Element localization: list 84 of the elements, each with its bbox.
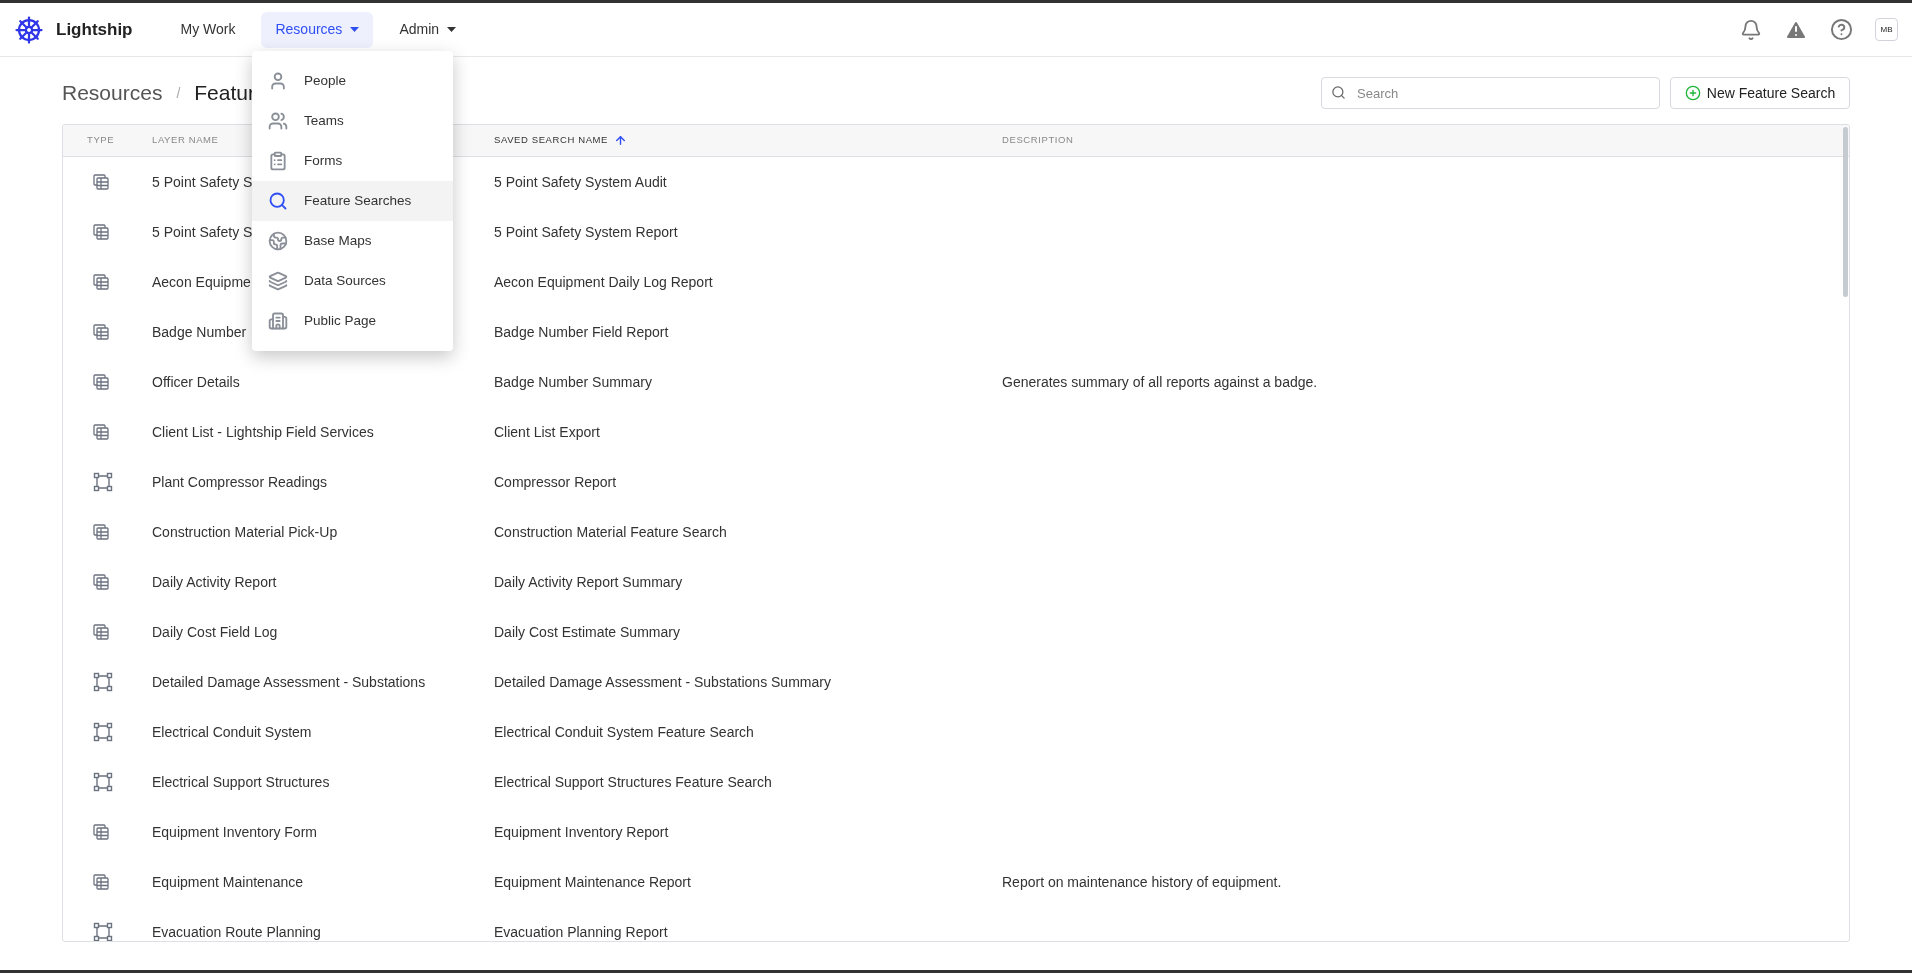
table-cell: Daily Cost Estimate Summary (494, 623, 680, 640)
nav-tab[interactable]: My Work (166, 11, 250, 48)
table-cell: Equipment Inventory Report (494, 823, 669, 840)
table-cell: Electrical Support Structures (152, 773, 330, 790)
breadcrumb-item: Featur (194, 80, 255, 107)
app-name: Lightship (56, 18, 133, 41)
table-cell: Badge Number Summary (494, 373, 652, 390)
help-icon[interactable] (1830, 18, 1853, 41)
group-icon (268, 111, 288, 131)
globe-icon (268, 231, 288, 251)
table-cell: Equipment Inventory Form (152, 823, 317, 840)
table-cell: Aecon Equipment Daily Log Report (494, 273, 713, 290)
table-layer-icon (93, 174, 109, 190)
nav-tab[interactable]: Resources (261, 11, 374, 48)
user-avatar[interactable]: MB (1875, 18, 1898, 41)
menu-item[interactable]: Base Maps (252, 221, 453, 261)
table-layer-icon (93, 324, 109, 340)
notification-bell-icon[interactable] (1740, 18, 1762, 41)
table-cell: Daily Cost Field Log (152, 623, 278, 640)
table-cell: 5 Point Safety S (152, 173, 253, 190)
nav-tab[interactable]: Admin (385, 11, 471, 48)
table-cell: Daily Activity Report Summary (494, 573, 683, 590)
table-cell: Report on maintenance history of equipment. (1002, 873, 1282, 890)
table-layer-icon (93, 424, 109, 440)
table-layer-icon (93, 274, 109, 290)
layers-icon (268, 271, 288, 291)
clipboard-icon (268, 151, 288, 171)
menu-item[interactable]: Data Sources (252, 261, 453, 301)
table-cell: Electrical Conduit System Feature Search (494, 723, 754, 740)
table-cell: Detailed Damage Assessment - Substations Summary (494, 673, 831, 690)
menu-item[interactable]: Feature Searches (252, 181, 453, 221)
polygon-layer-icon (93, 772, 113, 792)
column-header[interactable]: DESCRIPTION (1002, 133, 1074, 148)
polygon-layer-icon (93, 472, 113, 492)
person-icon (268, 71, 288, 91)
table-cell: 5 Point Safety System Audit (494, 173, 667, 190)
building-icon (268, 311, 288, 331)
table-cell: Client List - Lightship Field Services (152, 423, 374, 440)
table-cell: Equipment Maintenance (152, 873, 303, 890)
table-layer-icon (93, 624, 109, 640)
table-cell: Badge Number Field Report (494, 323, 669, 340)
table-cell: Compressor Report (494, 473, 617, 490)
table-cell: Construction Material Feature Search (494, 523, 727, 540)
table-cell: Aecon Equipme (152, 273, 251, 290)
table-layer-icon (93, 524, 109, 540)
logo-icon (14, 14, 44, 45)
table-cell: Officer Details (152, 373, 240, 390)
table-layer-icon (93, 574, 109, 590)
polygon-layer-icon (93, 672, 113, 692)
breadcrumb-separator: / (176, 83, 181, 103)
new-feature-search-button[interactable]: New Feature Search (1670, 77, 1850, 109)
menu-item[interactable]: Public Page (252, 301, 453, 341)
table-cell: Client List Export (494, 423, 600, 440)
sort-ascending-icon[interactable] (614, 134, 628, 147)
column-header[interactable]: LAYER NAME (152, 133, 219, 148)
table-cell: Electrical Support Structures Feature Search (494, 773, 772, 790)
table-layer-icon (93, 824, 109, 840)
table-cell: 5 Point Safety System Report (494, 223, 678, 240)
column-header[interactable]: SAVED SEARCH NAME (494, 133, 609, 148)
table-cell: Generates summary of all reports against a badge. (1002, 373, 1318, 390)
search-icon (1331, 85, 1346, 100)
scrollbar-thumb[interactable] (1843, 127, 1848, 297)
menu-item[interactable]: Forms (252, 141, 453, 181)
table-layer-icon (93, 374, 109, 390)
table-cell: Construction Material Pick-Up (152, 523, 338, 540)
menu-item[interactable]: People (252, 61, 453, 101)
table-layer-icon (93, 874, 109, 890)
breadcrumb-item[interactable]: Resources (62, 77, 163, 109)
menu-item[interactable]: Teams (252, 101, 453, 141)
polygon-layer-icon (93, 722, 113, 742)
table-layer-icon (93, 224, 109, 240)
table-cell: Evacuation Planning Report (494, 923, 668, 940)
table-cell: Daily Activity Report (152, 573, 277, 590)
polygon-layer-icon (93, 922, 113, 941)
table-cell: Detailed Damage Assessment - Substations (152, 673, 426, 690)
table-cell: Electrical Conduit System (152, 723, 312, 740)
table-cell: Evacuation Route Planning (152, 923, 321, 940)
table-cell: Equipment Maintenance Report (494, 873, 691, 890)
plus-circle-icon (1684, 85, 1701, 101)
table-cell: Plant Compressor Readings (152, 473, 328, 490)
table-cell: Badge Number (152, 323, 247, 340)
table-cell: 5 Point Safety S (152, 223, 253, 240)
search-field[interactable]: Search (1321, 77, 1660, 109)
search-icon (268, 191, 288, 211)
